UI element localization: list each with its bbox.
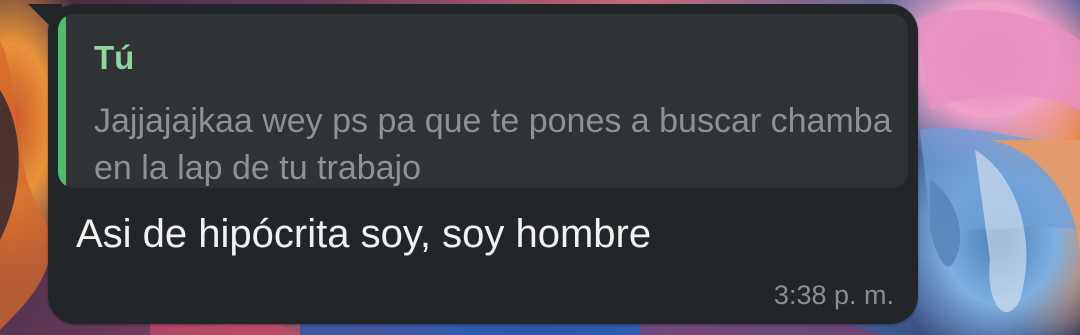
message-text: Asi de hipócrita soy, soy hombre: [76, 212, 652, 256]
quoted-text: Jajjajajkaa wey ps pa que te pones a bus…: [94, 102, 892, 187]
quoted-message[interactable]: Tú Jajjajajkaa wey ps pa que te pones a …: [58, 14, 908, 188]
quoted-author: Tú: [94, 39, 135, 76]
quote-accent-bar: [58, 14, 66, 188]
message-timestamp: 3:38 p. m.: [773, 280, 894, 310]
message-bubble[interactable]: Tú Jajjajajkaa wey ps pa que te pones a …: [48, 4, 918, 324]
